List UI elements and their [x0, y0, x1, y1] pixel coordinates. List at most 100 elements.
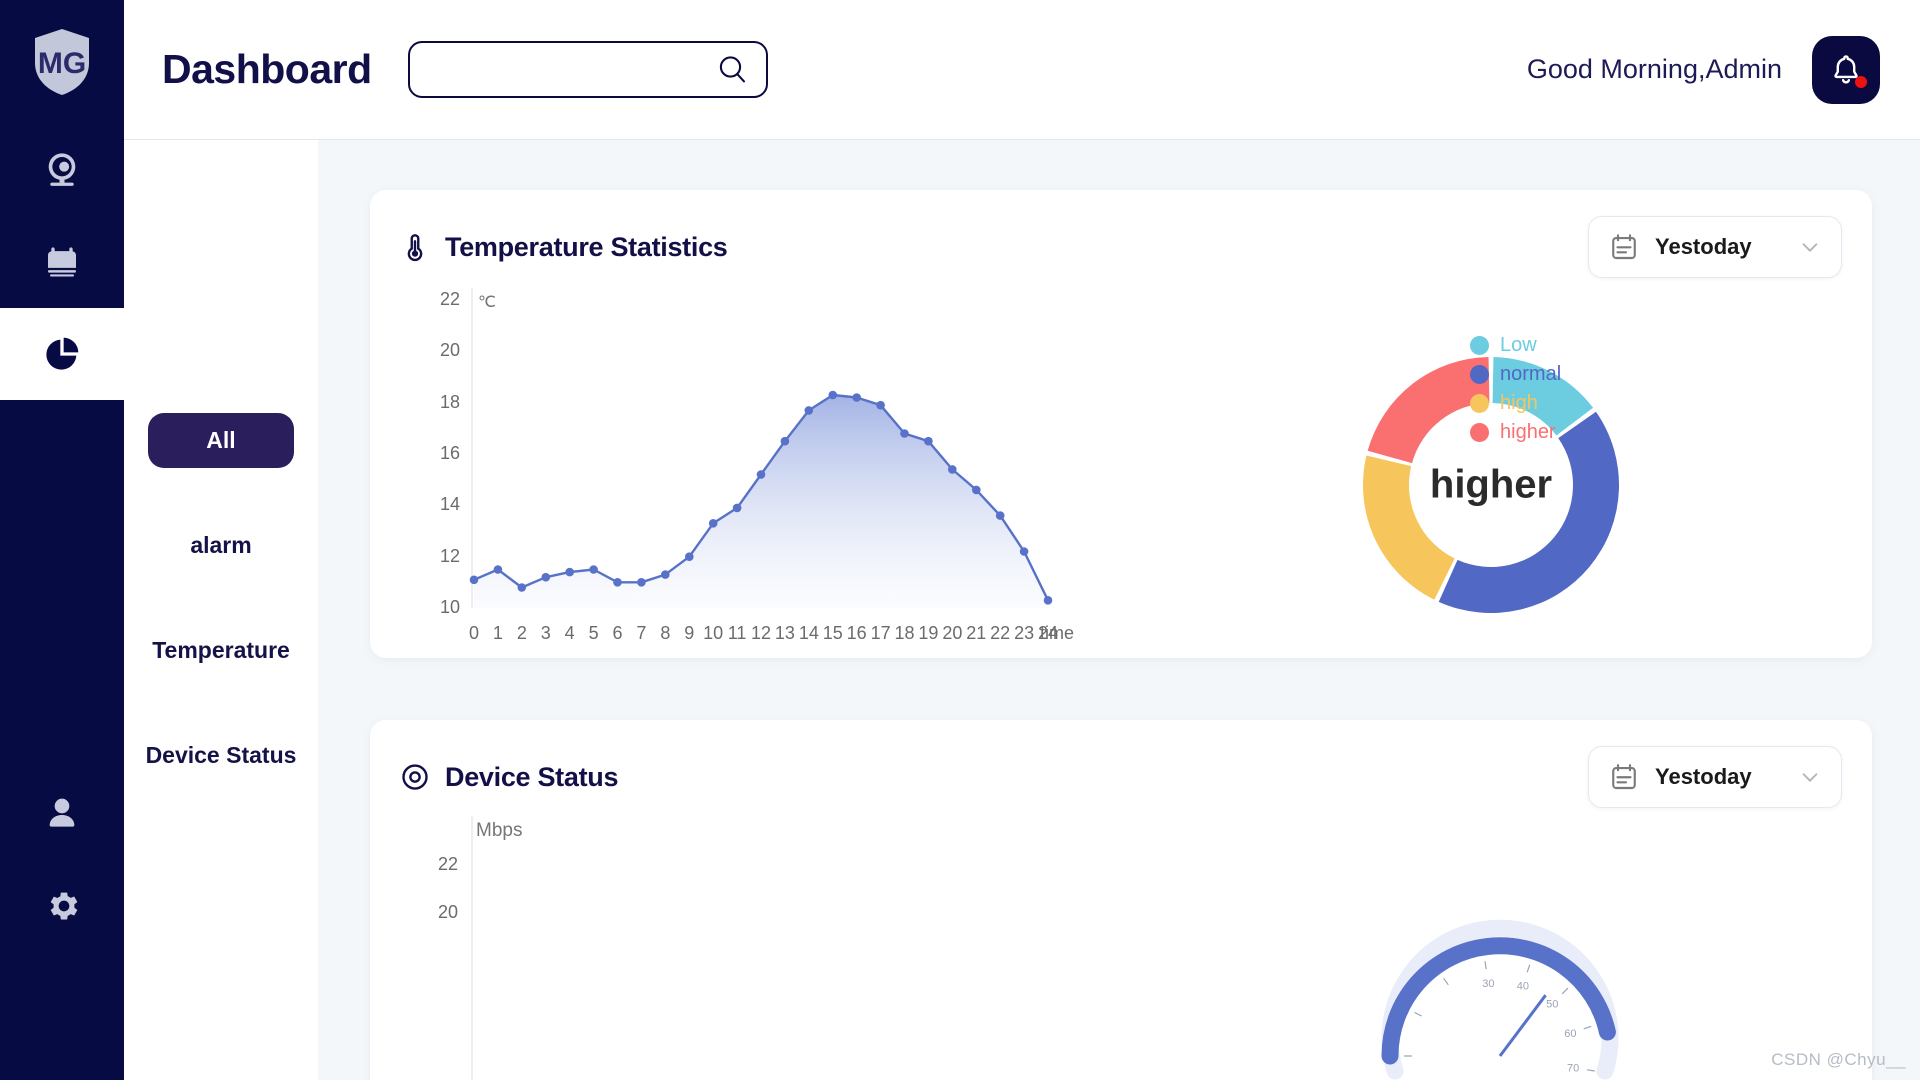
chevron-down-icon[interactable]: [1799, 236, 1821, 258]
nav-item-all[interactable]: All: [124, 388, 318, 493]
rail-bottom-items: [0, 768, 124, 1080]
temperature-data-point[interactable]: [948, 465, 957, 474]
gauge-svg: 30 40 50 60 70: [1381, 919, 1619, 1080]
gauge-needle: [1498, 994, 1547, 1057]
svg-text:MG: MG: [38, 47, 86, 80]
donut-center-label: higher: [1429, 462, 1553, 507]
temperature-data-point[interactable]: [1043, 596, 1053, 605]
temperature-card-title-wrap: Temperature Statistics: [400, 232, 728, 263]
page-title: Dashboard: [162, 46, 372, 92]
legend-label: normal: [1500, 363, 1562, 385]
temperature-data-point[interactable]: [493, 565, 503, 574]
gauge-tick-label: 70: [1567, 1063, 1579, 1075]
temperature-data-point[interactable]: [924, 436, 933, 446]
rail-primary-items: [0, 124, 124, 400]
temperature-data-point[interactable]: [732, 503, 742, 513]
notifications-button[interactable]: [1812, 35, 1880, 104]
legend-label: high: [1500, 392, 1538, 414]
temperature-data-point[interactable]: [685, 552, 694, 561]
search-box[interactable]: [407, 41, 768, 98]
temperature-line-chart: ℃ 10 12 14 16 18 20 22 0 1 2 3 4 5 6 7 8 9 10 11 12 13 14 15 1…: [400, 278, 1140, 668]
device-status-gauge: 30 40 50 60 70: [1360, 896, 1640, 1080]
topbar: Dashboard Good Morning,Admin: [124, 0, 1920, 140]
legend-item-higher[interactable]: higher: [1470, 421, 1561, 444]
temperature-data-point[interactable]: [972, 485, 981, 495]
device-status-date-label: Yestoday: [1655, 764, 1752, 789]
notification-badge-dot: [1855, 75, 1867, 88]
temperature-data-point[interactable]: [469, 575, 479, 585]
temperature-data-point[interactable]: [541, 572, 551, 582]
sidebar-item-settings[interactable]: [0, 860, 124, 952]
gauge-tick: [1484, 961, 1487, 970]
calendar-icon: [1609, 762, 1639, 792]
gauge-tick-label: 60: [1564, 1028, 1576, 1040]
gauge-tick: [1443, 977, 1449, 986]
nav-item-device-status[interactable]: Device Status: [124, 703, 318, 808]
temperature-line-svg: [469, 288, 1053, 608]
temperature-card-title: Temperature Statistics: [445, 231, 728, 262]
device-status-axis-svg: [471, 816, 473, 1080]
sidebar-item-webcam[interactable]: [0, 124, 124, 216]
gear-icon: [50, 892, 78, 920]
temperature-data-point[interactable]: [708, 519, 718, 528]
app-logo[interactable]: MG: [0, 0, 124, 124]
search-icon[interactable]: [716, 53, 750, 87]
gauge-tick: [1561, 987, 1569, 995]
gauge-tick: [1414, 1011, 1422, 1017]
legend-item-low[interactable]: Low: [1470, 334, 1561, 357]
temperature-chart-area: ℃ 10 12 14 16 18 20 22 0 1 2 3 4 5 6 7 8 9 10 11 12 13 14 15 1…: [400, 278, 1842, 668]
temperature-statistics-card: Temperature Statistics Yestoday ℃ 10 12 …: [370, 190, 1872, 658]
calendar-icon: [48, 247, 76, 277]
topbar-right: Good Morning,Admin: [1527, 35, 1880, 104]
legend-label: Low: [1500, 334, 1537, 356]
temperature-data-point[interactable]: [637, 578, 646, 587]
sidebar-item-calendar[interactable]: [0, 216, 124, 308]
gauge-tick: [1526, 964, 1531, 973]
device-status-card-header: Device Status Yestoday: [400, 746, 1842, 808]
nav-item-alarm[interactable]: alarm: [124, 493, 318, 598]
temperature-data-point[interactable]: [589, 565, 598, 574]
dashboard-root: MG Dashboard Good Morning,Admin All alar…: [0, 0, 1920, 1080]
legend-color-dot: [1470, 365, 1489, 384]
sidebar-item-analytics[interactable]: [0, 308, 124, 400]
temperature-data-point[interactable]: [876, 400, 885, 410]
device-status-card: Device Status Yestoday Mbps 20 22 30 40 …: [370, 720, 1872, 1080]
search-input[interactable]: [425, 43, 716, 96]
temperature-data-point[interactable]: [804, 406, 814, 415]
user-icon: [49, 798, 75, 827]
sidebar-item-profile[interactable]: [0, 768, 124, 860]
device-status-card-title: Device Status: [445, 761, 619, 792]
legend-color-dot: [1470, 336, 1489, 355]
temperature-data-point[interactable]: [756, 470, 766, 479]
temperature-data-point[interactable]: [613, 578, 622, 587]
chevron-down-icon[interactable]: [1799, 766, 1821, 788]
device-status-date-picker[interactable]: Yestoday: [1588, 746, 1842, 808]
pie-chart-icon: [46, 337, 79, 370]
temperature-data-point[interactable]: [780, 436, 790, 446]
gauge-tick-label: 50: [1546, 999, 1558, 1011]
temperature-data-point[interactable]: [995, 511, 1005, 520]
donut-legend: Low normal high higher: [1470, 334, 1561, 450]
temperature-data-point[interactable]: [828, 390, 838, 400]
temperature-data-point[interactable]: [900, 429, 909, 438]
temperature-date-picker[interactable]: Yestoday: [1588, 216, 1842, 278]
legend-color-dot: [1470, 394, 1489, 413]
legend-item-high[interactable]: high: [1470, 392, 1561, 415]
icon-sidebar: MG: [0, 0, 124, 1080]
temperature-data-point[interactable]: [1019, 547, 1029, 556]
temperature-date-label: Yestoday: [1655, 234, 1752, 259]
temperature-data-point[interactable]: [661, 570, 670, 579]
temperature-chart-flex: ℃ 10 12 14 16 18 20 22 0 1 2 3 4 5 6 7 8 9 10 11 12 13 14 15 1…: [400, 278, 1842, 668]
watermark: CSDN @Chyu__: [1771, 1050, 1906, 1069]
temperature-data-point[interactable]: [517, 583, 527, 592]
legend-label: higher: [1500, 421, 1556, 443]
gauge-tick: [1583, 1025, 1592, 1030]
legend-item-normal[interactable]: normal: [1470, 363, 1561, 386]
secondary-nav: All alarm Temperature Device Status: [124, 140, 318, 1080]
shield-logo-icon: MG: [35, 29, 89, 95]
webcam-icon: [48, 153, 76, 186]
nav-item-temperature[interactable]: Temperature: [124, 598, 318, 703]
temperature-data-point[interactable]: [852, 393, 861, 402]
temperature-data-point[interactable]: [565, 567, 574, 577]
rail-spacer: [0, 400, 124, 768]
